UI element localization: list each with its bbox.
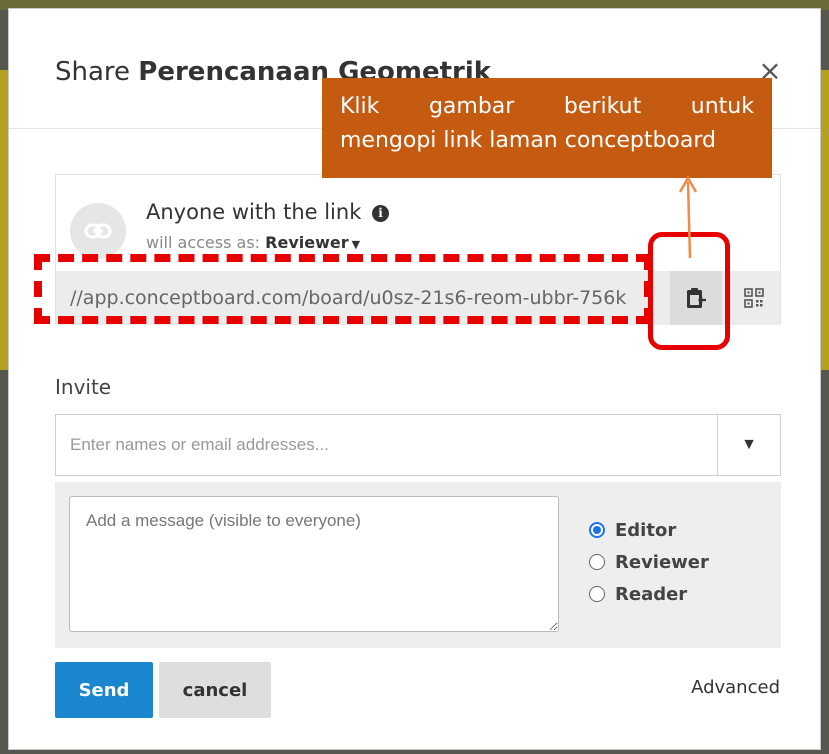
access-prefix: will access as: [146,233,261,252]
callout-line-1: Klik gambar berikut untuk [340,90,754,124]
instruction-callout: Klik gambar berikut untuk mengopi link l… [322,78,772,178]
link-icon [70,203,126,259]
callout-line-2: mengopi link laman conceptboard [340,128,716,153]
invite-heading: Invite [55,375,112,399]
caret-down-icon: ▼ [741,436,757,453]
role-radio-group: Editor Reviewer Reader [589,514,709,610]
title-prefix: Share [55,57,131,87]
caret-down-icon: ▼ [351,238,361,251]
qr-code-button[interactable] [728,271,780,325]
role-option-editor[interactable]: Editor [589,514,709,546]
callout-word: Klik [340,94,380,119]
role-label-reviewer: Reviewer [615,551,709,573]
link-share-label: Anyone with the link i [146,200,390,224]
message-textarea[interactable] [69,496,559,632]
access-role-dropdown[interactable]: Reviewer ▼ [265,233,360,252]
info-icon[interactable]: i [372,205,390,222]
role-label-reader: Reader [615,583,688,605]
radio-reader[interactable] [589,586,605,602]
invite-input[interactable] [56,415,718,475]
link-share-text: Anyone with the link [146,200,362,224]
role-label-editor: Editor [615,519,677,541]
invite-dropdown-button[interactable]: ▼ [717,415,780,475]
url-highlight-box [34,254,652,324]
callout-word: gambar [428,94,515,119]
radio-editor[interactable] [589,522,605,538]
message-panel: Editor Reviewer Reader [55,482,781,648]
callout-word: untuk [690,94,754,119]
cancel-button[interactable]: cancel [159,662,271,718]
advanced-link[interactable]: Advanced [691,677,780,698]
radio-reviewer[interactable] [589,554,605,570]
qr-code-icon [744,288,764,308]
invite-field: ▼ [55,414,781,476]
callout-word: berikut [563,94,642,119]
role-option-reader[interactable]: Reader [589,578,709,610]
access-level: will access as: Reviewer ▼ [146,233,360,252]
access-role-label: Reviewer [265,233,349,252]
role-option-reviewer[interactable]: Reviewer [589,546,709,578]
callout-arrow [678,175,698,259]
send-button[interactable]: Send [55,662,153,718]
